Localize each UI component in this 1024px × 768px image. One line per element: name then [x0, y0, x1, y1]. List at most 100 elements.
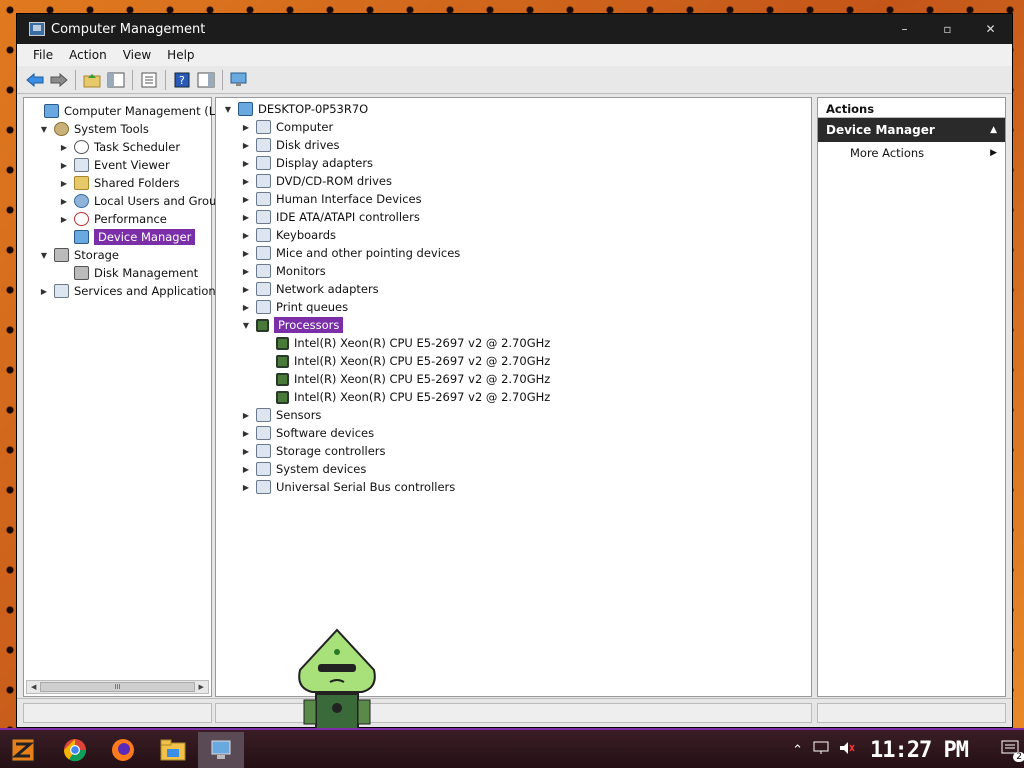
computer-management-taskbar-button[interactable] [198, 732, 244, 768]
device-category[interactable]: ▶ Monitors [240, 262, 326, 280]
scan-hardware-button[interactable] [229, 70, 249, 90]
expand-arrow-icon[interactable]: ▶ [240, 211, 252, 223]
expand-arrow-icon[interactable]: ▶ [58, 141, 70, 153]
monitor-icon [256, 264, 271, 278]
collapse-arrow-icon[interactable]: ▼ [38, 123, 50, 135]
device-category[interactable]: ▶ Storage controllers [240, 442, 386, 460]
title-bar[interactable]: Computer Management – ▫ ✕ [17, 14, 1012, 44]
expand-arrow-icon[interactable] [58, 231, 70, 243]
expand-arrow-icon[interactable]: ▶ [58, 213, 70, 225]
action-center-icon[interactable]: 2 [1001, 740, 1024, 762]
menu-view[interactable]: View [123, 48, 151, 62]
tree-item[interactable]: ▼ System Tools [38, 120, 149, 138]
tree-item[interactable]: Device Manager [58, 228, 196, 246]
show-hidden-icons-chevron-icon[interactable]: ⌃ [792, 743, 803, 758]
menu-action[interactable]: Action [69, 48, 107, 62]
expand-arrow-icon[interactable]: ▶ [240, 481, 252, 493]
device-category[interactable]: ▶ Print queues [240, 298, 348, 316]
volume-muted-icon[interactable] [839, 741, 855, 759]
expand-arrow-icon[interactable]: ▶ [58, 177, 70, 189]
tree-item[interactable]: ▶ Event Viewer [58, 156, 170, 174]
tree-item[interactable]: ▶ Task Scheduler [58, 138, 180, 156]
actions-group-device-manager[interactable]: Device Manager ▲ [818, 118, 1005, 142]
horizontal-scrollbar[interactable]: ◀ III ▶ [26, 680, 209, 694]
start-button[interactable] [8, 736, 38, 764]
maximize-button[interactable]: ▫ [926, 14, 969, 44]
tree-item[interactable]: ▶ Services and Applications [38, 282, 222, 300]
collapse-up-icon[interactable]: ▲ [990, 125, 997, 135]
tree-item[interactable]: Disk Management [58, 264, 198, 282]
action-pane-icon [197, 72, 215, 87]
device-category[interactable]: ▶ Keyboards [240, 226, 336, 244]
tree-item[interactable]: ▶ Local Users and Groups [58, 192, 230, 210]
expand-arrow-icon[interactable]: ▶ [240, 463, 252, 475]
expand-arrow-icon[interactable]: ▶ [240, 427, 252, 439]
chrome-taskbar-button[interactable] [60, 736, 90, 764]
expand-arrow-icon[interactable]: ▶ [58, 159, 70, 171]
tree-item[interactable]: ▼ Storage [38, 246, 119, 264]
expand-arrow-icon[interactable]: ▶ [240, 139, 252, 151]
collapse-arrow-icon[interactable]: ▼ [38, 249, 50, 261]
taskbar-clock[interactable]: 11:27 PM [870, 738, 969, 763]
more-actions-item[interactable]: More Actions ▶ [818, 142, 1005, 164]
expand-arrow-icon[interactable]: ▶ [58, 195, 70, 207]
device-category[interactable]: ▼ Processors [240, 316, 344, 334]
menu-bar: File Action View Help [17, 44, 1012, 66]
scroll-left-arrow-icon[interactable]: ◀ [27, 681, 40, 693]
expand-arrow-icon[interactable]: ▶ [240, 409, 252, 421]
properties-button[interactable] [139, 70, 159, 90]
back-button[interactable] [25, 70, 45, 90]
expand-arrow-icon[interactable]: ▶ [240, 121, 252, 133]
device-item[interactable]: Intel(R) Xeon(R) CPU E5-2697 v2 @ 2.70GH… [276, 370, 550, 388]
menu-help[interactable]: Help [167, 48, 194, 62]
device-category[interactable]: ▶ Display adapters [240, 154, 373, 172]
network-icon[interactable] [813, 741, 829, 759]
minimize-button[interactable]: – [883, 14, 926, 44]
expand-arrow-icon[interactable]: ▶ [240, 247, 252, 259]
collapse-arrow-icon[interactable]: ▼ [240, 319, 252, 331]
device-category[interactable]: ▶ DVD/CD-ROM drives [240, 172, 392, 190]
device-category[interactable]: ▶ System devices [240, 460, 366, 478]
device-category[interactable]: ▶ Disk drives [240, 136, 339, 154]
tree-item[interactable]: ▶ Shared Folders [58, 174, 180, 192]
device-category[interactable]: ▶ Human Interface Devices [240, 190, 422, 208]
up-one-level-button[interactable] [82, 70, 102, 90]
device-tree-root[interactable]: ▼ DESKTOP-0P53R7O [222, 100, 368, 118]
scroll-right-arrow-icon[interactable]: ▶ [195, 681, 208, 693]
expand-arrow-icon[interactable]: ▶ [240, 283, 252, 295]
expand-arrow-icon[interactable]: ▶ [240, 193, 252, 205]
tree-item[interactable]: Computer Management (Local) [28, 102, 243, 120]
collapse-arrow-icon[interactable]: ▼ [222, 103, 234, 115]
device-category[interactable]: ▶ Universal Serial Bus controllers [240, 478, 455, 496]
menu-file[interactable]: File [33, 48, 53, 62]
show-hide-action-pane-button[interactable] [196, 70, 216, 90]
show-hide-console-tree-button[interactable] [106, 70, 126, 90]
help-button[interactable]: ? [172, 70, 192, 90]
expand-arrow-icon[interactable]: ▶ [240, 301, 252, 313]
device-category[interactable]: ▶ Mice and other pointing devices [240, 244, 460, 262]
tree-item[interactable]: ▶ Performance [58, 210, 167, 228]
device-category[interactable]: ▶ Computer [240, 118, 333, 136]
device-category-label: IDE ATA/ATAPI controllers [276, 210, 420, 224]
device-item[interactable]: Intel(R) Xeon(R) CPU E5-2697 v2 @ 2.70GH… [276, 352, 550, 370]
file-explorer-taskbar-button[interactable] [158, 736, 188, 764]
scrollbar-thumb[interactable]: III [40, 682, 195, 692]
expand-arrow-icon[interactable]: ▶ [240, 157, 252, 169]
device-category[interactable]: ▶ Software devices [240, 424, 374, 442]
device-category[interactable]: ▶ IDE ATA/ATAPI controllers [240, 208, 420, 226]
device-category[interactable]: ▶ Network adapters [240, 280, 379, 298]
expand-arrow-icon[interactable]: ▶ [240, 445, 252, 457]
close-button[interactable]: ✕ [969, 14, 1012, 44]
device-category[interactable]: ▶ Sensors [240, 406, 321, 424]
device-item[interactable]: Intel(R) Xeon(R) CPU E5-2697 v2 @ 2.70GH… [276, 388, 550, 406]
device-category-label: Processors [274, 317, 344, 333]
expand-arrow-icon[interactable] [28, 105, 40, 117]
firefox-taskbar-button[interactable] [108, 736, 138, 764]
expand-arrow-icon[interactable]: ▶ [240, 175, 252, 187]
device-item[interactable]: Intel(R) Xeon(R) CPU E5-2697 v2 @ 2.70GH… [276, 334, 550, 352]
forward-button[interactable] [49, 70, 69, 90]
expand-arrow-icon[interactable]: ▶ [240, 229, 252, 241]
expand-arrow-icon[interactable]: ▶ [240, 265, 252, 277]
expand-arrow-icon[interactable] [58, 267, 70, 279]
expand-arrow-icon[interactable]: ▶ [38, 285, 50, 297]
